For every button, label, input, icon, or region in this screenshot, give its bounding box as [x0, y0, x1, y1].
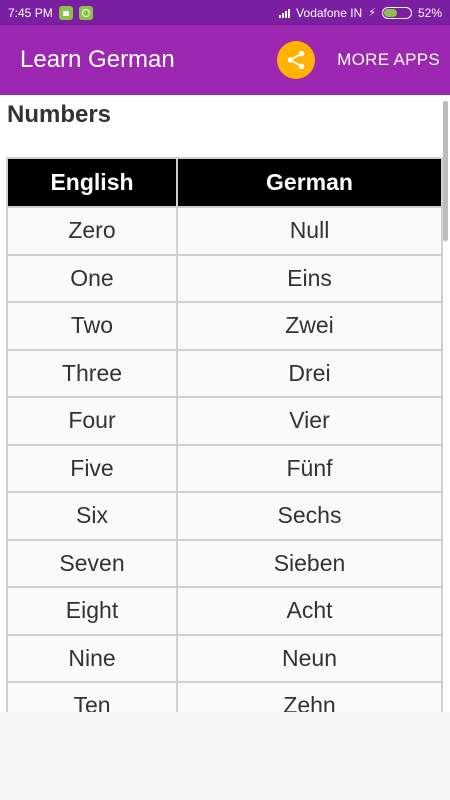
table-row: Eight Acht [6, 586, 443, 636]
content-scroll-area[interactable]: Numbers English German Zero Null One Eins Tw… [0, 95, 450, 712]
app-bar: Learn German MORE APPS [0, 25, 450, 95]
share-icon [287, 50, 305, 70]
table-row: One Eins [6, 253, 443, 303]
english-cell: Zero [6, 206, 178, 256]
battery-icon [381, 6, 412, 19]
status-battery: 52% [417, 5, 442, 20]
english-cell: One [6, 253, 178, 303]
charging-icon: ⚡ [368, 7, 376, 19]
table-row: Three Drei [6, 348, 443, 398]
english-cell: Five [6, 443, 178, 493]
table-row: Zero Null [6, 206, 443, 256]
table-row: Two Zwei [6, 301, 443, 351]
numbers-table: English German Zero Null One Eins Two Zwei Thr… [6, 157, 443, 712]
english-cell: Four [6, 396, 178, 446]
section-title: Numbers [7, 101, 112, 128]
battery-fill [383, 8, 398, 17]
notification-lock-icon [58, 5, 73, 20]
english-cell: Seven [6, 538, 178, 588]
column-header-german: German [176, 157, 443, 208]
notification-app-icon [78, 5, 93, 20]
english-cell: Six [6, 491, 178, 541]
german-cell: Sieben [176, 538, 443, 588]
table-header-row: English German [6, 157, 443, 208]
bottom-area [0, 712, 450, 800]
german-cell: Zehn [176, 681, 443, 712]
german-cell: Neun [176, 633, 443, 683]
status-carrier: Vodafone IN [296, 5, 363, 20]
english-cell: Eight [6, 586, 178, 636]
german-cell: Fünf [176, 443, 443, 493]
german-cell: Zwei [176, 301, 443, 351]
english-cell: Two [6, 301, 178, 351]
german-cell: Null [176, 206, 443, 256]
table-body: Zero Null One Eins Two Zwei Three Drei Four Vier F… [6, 206, 443, 712]
german-cell: Eins [176, 253, 443, 303]
table-row: Four Vier [6, 396, 443, 446]
german-cell: Acht [176, 586, 443, 636]
german-cell: Sechs [176, 491, 443, 541]
status-time: 7:45 PM [8, 5, 53, 20]
status-bar: 7:45 PM Vodafone IN ⚡ 52% [0, 0, 450, 25]
english-cell: Ten [6, 681, 178, 712]
english-cell: Three [6, 348, 178, 398]
column-header-english: English [6, 157, 178, 208]
table-row: Six Sechs [6, 491, 443, 541]
table-row: Ten Zehn [6, 681, 443, 712]
status-left: 7:45 PM [8, 5, 93, 20]
english-cell: Nine [6, 633, 178, 683]
table-row: Nine Neun [6, 633, 443, 683]
german-cell: Vier [176, 396, 443, 446]
table-row: Five Fünf [6, 443, 443, 493]
share-button[interactable] [277, 41, 316, 79]
more-apps-button[interactable]: MORE APPS [337, 50, 440, 70]
status-right: Vodafone IN ⚡ 52% [279, 6, 442, 20]
german-cell: Drei [176, 348, 443, 398]
app-title: Learn German [20, 46, 175, 73]
table-row: Seven Sieben [6, 538, 443, 588]
signal-icon [279, 8, 291, 18]
scrollbar[interactable] [443, 101, 448, 241]
